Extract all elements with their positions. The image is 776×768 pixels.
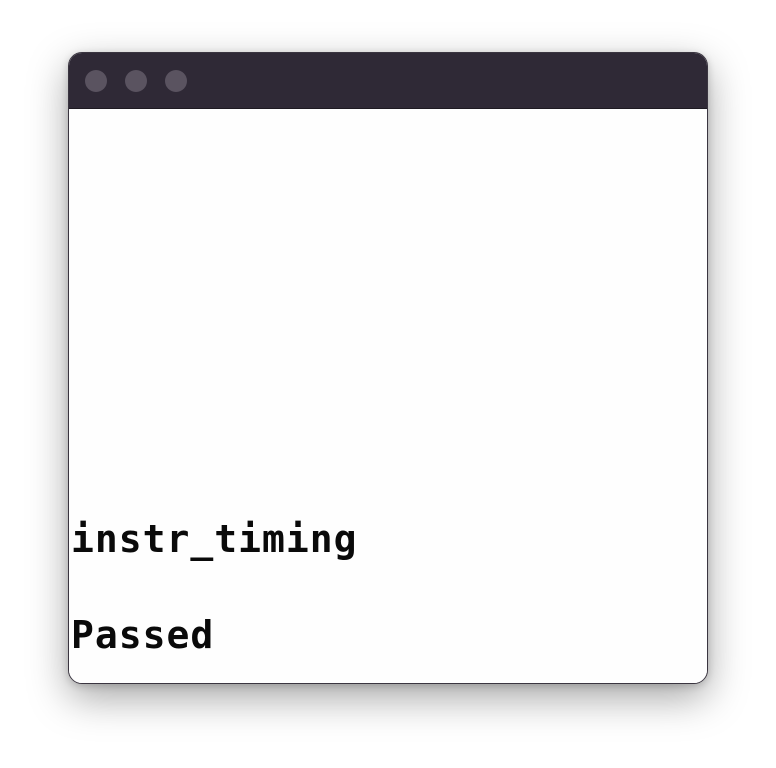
emulator-screen: instr_timing Passed — [69, 109, 707, 683]
zoom-icon[interactable] — [165, 70, 187, 92]
close-icon[interactable] — [85, 70, 107, 92]
emulator-window: instr_timing Passed — [68, 52, 708, 684]
test-result-text: Passed — [71, 613, 215, 657]
test-name-text: instr_timing — [71, 517, 358, 561]
minimize-icon[interactable] — [125, 70, 147, 92]
title-bar[interactable] — [69, 53, 707, 109]
